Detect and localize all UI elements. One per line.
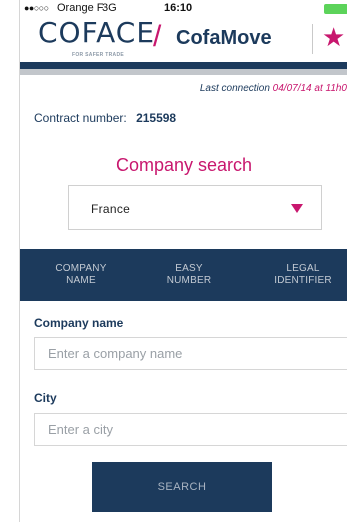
tab-label-line: IDENTIFIER bbox=[274, 275, 332, 286]
city-input[interactable] bbox=[34, 413, 347, 446]
battery-icon bbox=[324, 4, 347, 14]
header-divider bbox=[312, 24, 313, 54]
contract-label: Contract number: bbox=[34, 111, 127, 125]
tab-company-name[interactable]: COMPANY NAME bbox=[38, 249, 124, 301]
search-mode-tabs: COMPANY NAME EASY NUMBER LEGAL IDENTIFIE… bbox=[20, 249, 347, 301]
app-header: COFACE FOR SAFER TRADE / CofaMove ★ bbox=[20, 16, 347, 62]
signal-strength-icon: ●●○○○ bbox=[24, 3, 49, 13]
last-connection: Last connection 04/07/14 at 11h0 bbox=[200, 83, 347, 94]
country-dropdown[interactable]: France bbox=[68, 185, 322, 230]
brand-slash: / bbox=[153, 20, 162, 53]
city-label: City bbox=[34, 391, 57, 405]
tab-legal-identifier[interactable]: LEGAL IDENTIFIER bbox=[260, 249, 346, 301]
tab-label-line: NUMBER bbox=[166, 275, 212, 286]
dropdown-arrow-icon bbox=[291, 204, 303, 213]
tab-easy-number[interactable]: EASY NUMBER bbox=[146, 249, 232, 301]
contract-info: Contract number: 215598 bbox=[34, 111, 176, 125]
logo-wordmark: COFACE bbox=[38, 16, 156, 49]
clock: 16:10 bbox=[164, 2, 193, 14]
contract-number: 215598 bbox=[136, 111, 177, 125]
tab-label-line: LEGAL bbox=[286, 263, 320, 274]
company-name-input[interactable] bbox=[34, 337, 347, 370]
header-grey-stripe bbox=[20, 69, 347, 75]
app-title: CofaMove bbox=[176, 27, 272, 49]
tab-label-line: EASY bbox=[175, 263, 203, 274]
page-title: Company search bbox=[115, 155, 253, 175]
favorites-star-icon[interactable]: ★ bbox=[322, 22, 345, 53]
country-selected-value: France bbox=[91, 202, 131, 216]
search-button[interactable]: SEARCH bbox=[92, 462, 272, 512]
coface-logo: COFACE FOR SAFER TRADE bbox=[28, 16, 154, 58]
tab-label-line: COMPANY bbox=[55, 263, 107, 274]
network-type: 3G bbox=[102, 2, 117, 14]
company-name-label: Company name bbox=[34, 316, 124, 330]
logo-tagline: FOR SAFER TRADE bbox=[72, 52, 124, 58]
tab-label-line: NAME bbox=[66, 275, 96, 286]
header-navy-stripe bbox=[20, 62, 347, 69]
last-connection-label: Last connection bbox=[199, 83, 270, 94]
carrier-name: Orange F bbox=[57, 2, 104, 14]
last-connection-value: 04/07/14 at 11h0 bbox=[272, 83, 347, 94]
app-screen: ●●○○○ Orange F 3G 16:10 COFACE FOR SAFER… bbox=[19, 0, 347, 522]
